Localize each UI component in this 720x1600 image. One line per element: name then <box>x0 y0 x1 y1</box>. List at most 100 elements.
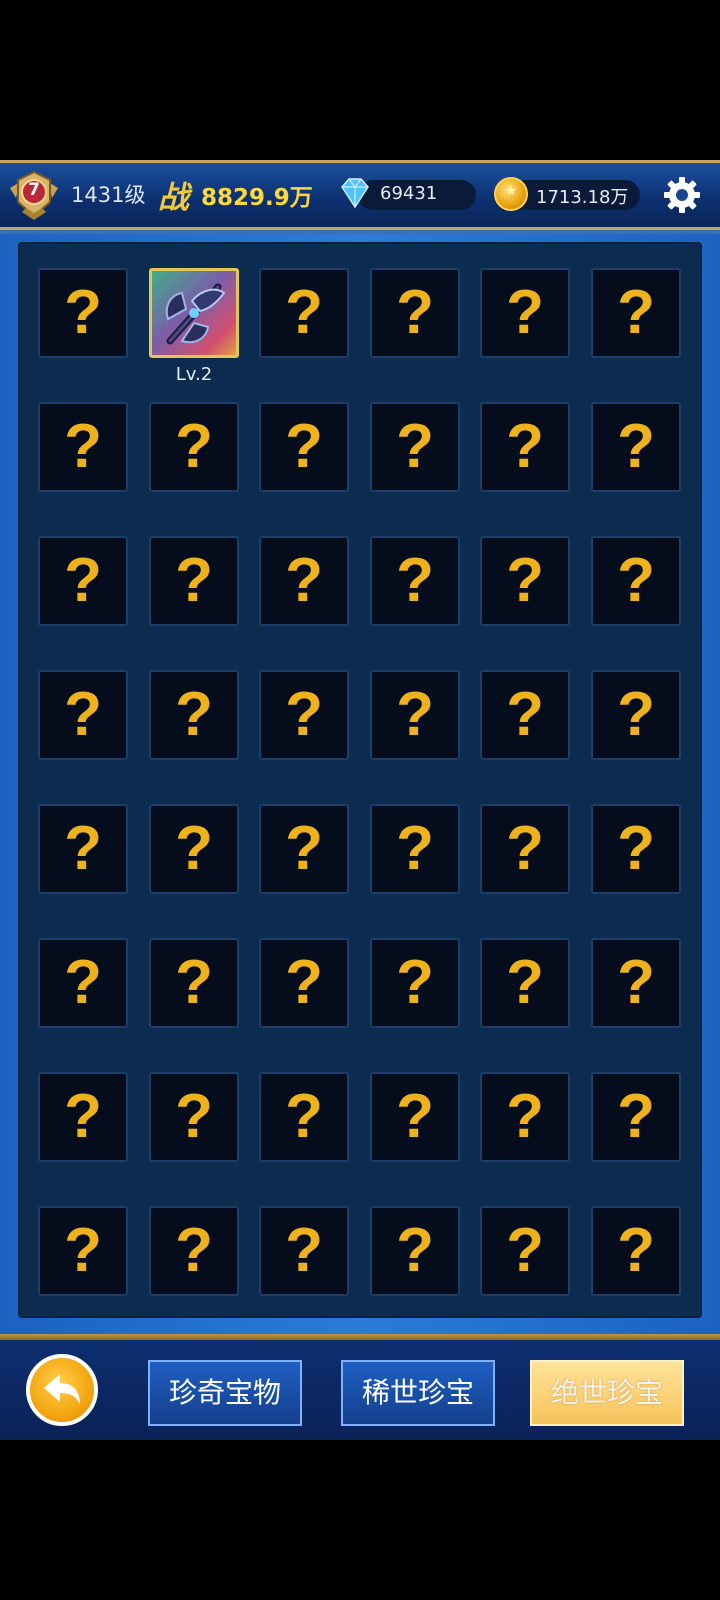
question-mark-icon: ? <box>396 1082 434 1151</box>
collection-slot-locked[interactable]: ? <box>38 402 128 492</box>
question-mark-icon: ? <box>285 1082 323 1151</box>
collection-slot-locked[interactable]: ? <box>370 536 460 626</box>
collection-grid: ? Lv.2???????????????????????????????????… <box>18 242 702 1318</box>
back-arrow-icon <box>44 1374 80 1404</box>
question-mark-icon: ? <box>617 1082 655 1151</box>
collection-slot-locked[interactable]: ? <box>591 1206 681 1296</box>
gem-value: 69431 <box>380 183 438 204</box>
question-mark-icon: ? <box>175 1082 213 1151</box>
battle-axe-icon <box>165 283 226 345</box>
collection-slot-locked[interactable]: ? <box>259 670 349 760</box>
question-mark-icon: ? <box>64 412 102 481</box>
collection-slot-locked[interactable]: ? <box>259 804 349 894</box>
collection-slot-locked[interactable]: ? <box>259 1072 349 1162</box>
question-mark-icon: ? <box>617 546 655 615</box>
question-mark-icon: ? <box>285 412 323 481</box>
tab-precious-treasures[interactable]: 稀世珍宝 <box>341 1360 495 1426</box>
collection-slot-locked[interactable]: ? <box>259 938 349 1028</box>
collection-slot-locked[interactable]: ? <box>370 402 460 492</box>
collection-slot-owned[interactable] <box>149 268 239 358</box>
collection-slot-locked[interactable]: ? <box>38 670 128 760</box>
question-mark-icon: ? <box>506 948 544 1017</box>
collection-slot-locked[interactable]: ? <box>149 1206 239 1296</box>
question-mark-icon: ? <box>506 546 544 615</box>
collection-slot-locked[interactable]: ? <box>591 536 681 626</box>
collection-slot-locked[interactable]: ? <box>149 536 239 626</box>
question-mark-icon: ? <box>617 680 655 749</box>
collection-slot-locked[interactable]: ? <box>591 402 681 492</box>
question-mark-icon: ? <box>64 1216 102 1285</box>
collection-slot-locked[interactable]: ? <box>370 1072 460 1162</box>
collection-slot-locked[interactable]: ? <box>259 1206 349 1296</box>
collection-slot-locked[interactable]: ? <box>480 1072 570 1162</box>
collection-slot-locked[interactable]: ? <box>149 938 239 1028</box>
gold-value: 1713.18万 <box>536 187 629 208</box>
question-mark-icon: ? <box>396 814 434 883</box>
question-mark-icon: ? <box>64 680 102 749</box>
collection-slot-locked[interactable]: ? <box>480 938 570 1028</box>
question-mark-icon: ? <box>396 546 434 615</box>
collection-slot-locked[interactable]: ? <box>591 670 681 760</box>
question-mark-icon: ? <box>175 546 213 615</box>
top-status-bar: 7 1431级 战 8829.9万 69431 1713.18万 <box>0 160 720 230</box>
collection-slot-locked[interactable]: ? <box>38 1072 128 1162</box>
question-mark-icon: ? <box>64 1082 102 1151</box>
collection-slot-locked[interactable]: ? <box>370 1206 460 1296</box>
gold-coin-icon <box>494 177 528 211</box>
collection-slot-locked[interactable]: ? <box>480 268 570 358</box>
question-mark-icon: ? <box>64 278 102 347</box>
question-mark-icon: ? <box>506 412 544 481</box>
collection-slot-locked[interactable]: ? <box>480 670 570 760</box>
collection-slot-locked[interactable]: ? <box>370 938 460 1028</box>
collection-slot-locked[interactable]: ? <box>259 268 349 358</box>
tab-rare-treasures[interactable]: 珍奇宝物 <box>148 1360 302 1426</box>
question-mark-icon: ? <box>175 814 213 883</box>
collection-slot-locked[interactable]: ? <box>38 1206 128 1296</box>
collection-slot-locked[interactable]: ? <box>149 804 239 894</box>
question-mark-icon: ? <box>506 1216 544 1285</box>
question-mark-icon: ? <box>506 814 544 883</box>
tab-peerless-treasures[interactable]: 绝世珍宝 <box>530 1360 684 1426</box>
collection-slot-locked[interactable]: ? <box>480 536 570 626</box>
question-mark-icon: ? <box>285 546 323 615</box>
main-frame: ? Lv.2???????????????????????????????????… <box>0 234 720 1334</box>
diamond-icon <box>341 178 369 209</box>
back-button[interactable] <box>26 1354 98 1426</box>
question-mark-icon: ? <box>617 1216 655 1285</box>
collection-slot-locked[interactable]: ? <box>591 268 681 358</box>
collection-slot-locked[interactable]: ? <box>480 402 570 492</box>
collection-slot-locked[interactable]: ? <box>370 268 460 358</box>
question-mark-icon: ? <box>175 412 213 481</box>
collection-slot-locked[interactable]: ? <box>38 536 128 626</box>
power-label: 战 <box>158 180 189 216</box>
question-mark-icon: ? <box>396 1216 434 1285</box>
question-mark-icon: ? <box>285 278 323 347</box>
collection-slot-locked[interactable]: ? <box>591 938 681 1028</box>
collection-slot-locked[interactable]: ? <box>149 1072 239 1162</box>
collection-slot-locked[interactable]: ? <box>480 1206 570 1296</box>
question-mark-icon: ? <box>64 948 102 1017</box>
collection-slot-locked[interactable]: ? <box>38 804 128 894</box>
question-mark-icon: ? <box>396 948 434 1017</box>
collection-slot-locked[interactable]: ? <box>480 804 570 894</box>
collection-slot-locked[interactable]: ? <box>591 1072 681 1162</box>
bottom-blank-area <box>0 1440 720 1600</box>
question-mark-icon: ? <box>285 680 323 749</box>
question-mark-icon: ? <box>396 680 434 749</box>
collection-slot-locked[interactable]: ? <box>38 938 128 1028</box>
collection-slot-locked[interactable]: ? <box>370 804 460 894</box>
collection-slot-locked[interactable]: ? <box>38 268 128 358</box>
gear-icon[interactable] <box>662 175 702 215</box>
collection-slot-locked[interactable]: ? <box>370 670 460 760</box>
question-mark-icon: ? <box>285 814 323 883</box>
question-mark-icon: ? <box>175 680 213 749</box>
collection-slot-locked[interactable]: ? <box>259 402 349 492</box>
collection-slot-locked[interactable]: ? <box>149 402 239 492</box>
question-mark-icon: ? <box>617 948 655 1017</box>
collection-slot-locked[interactable]: ? <box>259 536 349 626</box>
collection-slot-locked[interactable]: ? <box>149 670 239 760</box>
collection-slot-locked[interactable]: ? <box>591 804 681 894</box>
question-mark-icon: ? <box>396 278 434 347</box>
player-level: 1431级 <box>71 183 146 207</box>
question-mark-icon: ? <box>396 412 434 481</box>
